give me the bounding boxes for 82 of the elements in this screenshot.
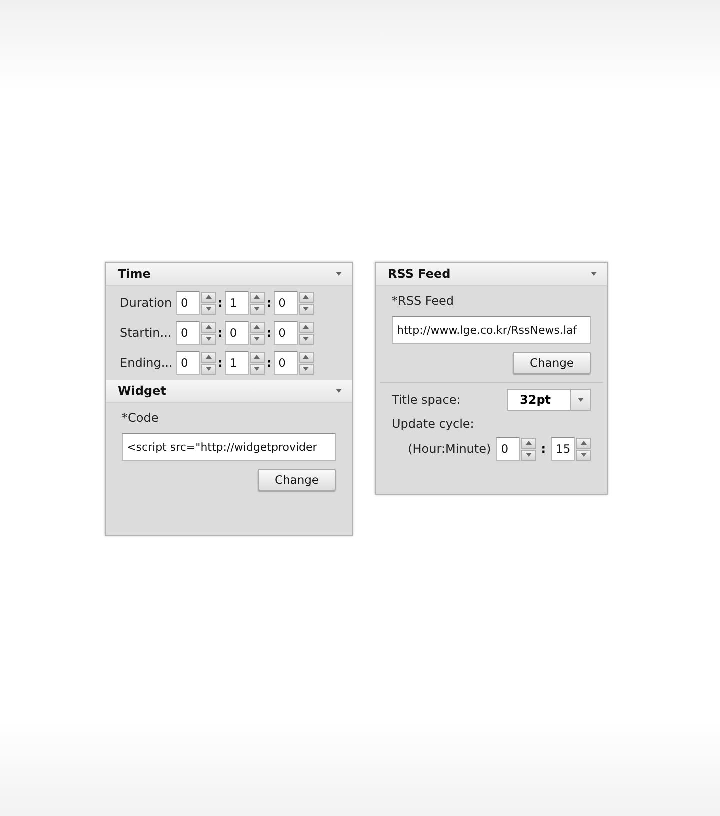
section-header[interactable]: RSS Feed (376, 263, 607, 286)
section-header[interactable]: Time (106, 263, 352, 286)
down-arrow-icon (580, 453, 586, 457)
spin-down-button[interactable] (576, 450, 591, 460)
input-field[interactable]: http://www.lge.co.kr/RssNews.laf (392, 316, 591, 344)
field-label: *RSS Feed (392, 294, 456, 308)
spin-down-button[interactable] (250, 364, 265, 374)
number-field[interactable]: 1 (224, 291, 249, 315)
up-arrow-icon (206, 355, 212, 359)
spin-up-button[interactable] (576, 438, 591, 448)
up-arrow-icon (526, 441, 532, 445)
up-arrow-icon (580, 441, 586, 445)
up-arrow-icon (303, 295, 310, 299)
number-field[interactable]: 0 (176, 351, 200, 375)
spin-down-button[interactable] (250, 304, 265, 314)
down-arrow-icon (206, 367, 212, 371)
number-field[interactable]: 0 (496, 437, 520, 461)
title-space-dropdown[interactable]: 32pt (507, 389, 591, 411)
spin-down-button[interactable] (298, 364, 314, 374)
spin-down-button[interactable] (201, 304, 216, 314)
change-button[interactable]: Change (258, 469, 336, 491)
down-arrow-icon (254, 307, 260, 311)
spin-up-button[interactable] (250, 322, 265, 332)
caret-icon (578, 398, 584, 402)
separator-text: : (218, 326, 223, 340)
number-field[interactable]: 0 (176, 291, 200, 315)
spin-up-button[interactable] (298, 352, 314, 362)
separator-text: : (266, 326, 272, 340)
number-field[interactable]: 0 (274, 351, 298, 375)
down-arrow-icon (206, 307, 212, 311)
number-field[interactable]: 0 (274, 291, 298, 315)
spin-up-button[interactable] (201, 322, 216, 332)
spin-down-button[interactable] (201, 364, 216, 374)
section-header[interactable]: Widget (106, 380, 352, 403)
field-label: Update cycle: (392, 417, 476, 431)
separator-text: : (266, 356, 272, 370)
collapse-caret-icon (591, 272, 597, 276)
spin-down-button[interactable] (201, 334, 216, 344)
input-field[interactable]: <script src="http://widgetprovider (122, 433, 336, 461)
up-arrow-icon (254, 295, 260, 299)
down-arrow-icon (206, 337, 212, 341)
separator-text: : (218, 356, 223, 370)
up-arrow-icon (303, 325, 310, 329)
field-label: Ending... (120, 356, 174, 370)
spin-up-button[interactable] (250, 292, 265, 302)
up-arrow-icon (303, 355, 310, 359)
field-label: Title space: (392, 393, 461, 407)
separator-text: : (218, 296, 223, 310)
separator-text: : (541, 442, 546, 456)
number-field[interactable]: 0 (274, 321, 298, 345)
down-arrow-icon (303, 307, 310, 311)
up-arrow-icon (206, 295, 212, 299)
down-arrow-icon (526, 453, 532, 457)
spin-up-button[interactable] (521, 438, 536, 448)
up-arrow-icon (254, 325, 260, 329)
number-field[interactable]: 1 (224, 351, 249, 375)
up-arrow-icon (206, 325, 212, 329)
spin-up-button[interactable] (298, 322, 314, 332)
number-field[interactable]: 0 (224, 321, 249, 345)
spin-up-button[interactable] (250, 352, 265, 362)
field-label: Startin... (120, 326, 173, 340)
spin-down-button[interactable] (521, 450, 536, 460)
field-label: (Hour:Minute) (408, 442, 492, 456)
down-arrow-icon (254, 367, 260, 371)
number-field[interactable]: 15 (551, 437, 575, 461)
spin-up-button[interactable] (201, 292, 216, 302)
spin-down-button[interactable] (250, 334, 265, 344)
spin-up-button[interactable] (201, 352, 216, 362)
up-arrow-icon (254, 355, 260, 359)
down-arrow-icon (303, 367, 310, 371)
change-button[interactable]: Change (512, 352, 591, 374)
collapse-caret-icon (336, 389, 342, 393)
collapse-caret-icon (336, 272, 342, 276)
field-label: *Code (122, 411, 160, 425)
down-arrow-icon (254, 337, 260, 341)
down-arrow-icon (303, 337, 310, 341)
number-field[interactable]: 0 (176, 321, 200, 345)
separator-text: : (266, 296, 272, 310)
field-label: Duration (120, 296, 174, 310)
spin-up-button[interactable] (298, 292, 314, 302)
spin-down-button[interactable] (298, 334, 314, 344)
spin-down-button[interactable] (298, 304, 314, 314)
